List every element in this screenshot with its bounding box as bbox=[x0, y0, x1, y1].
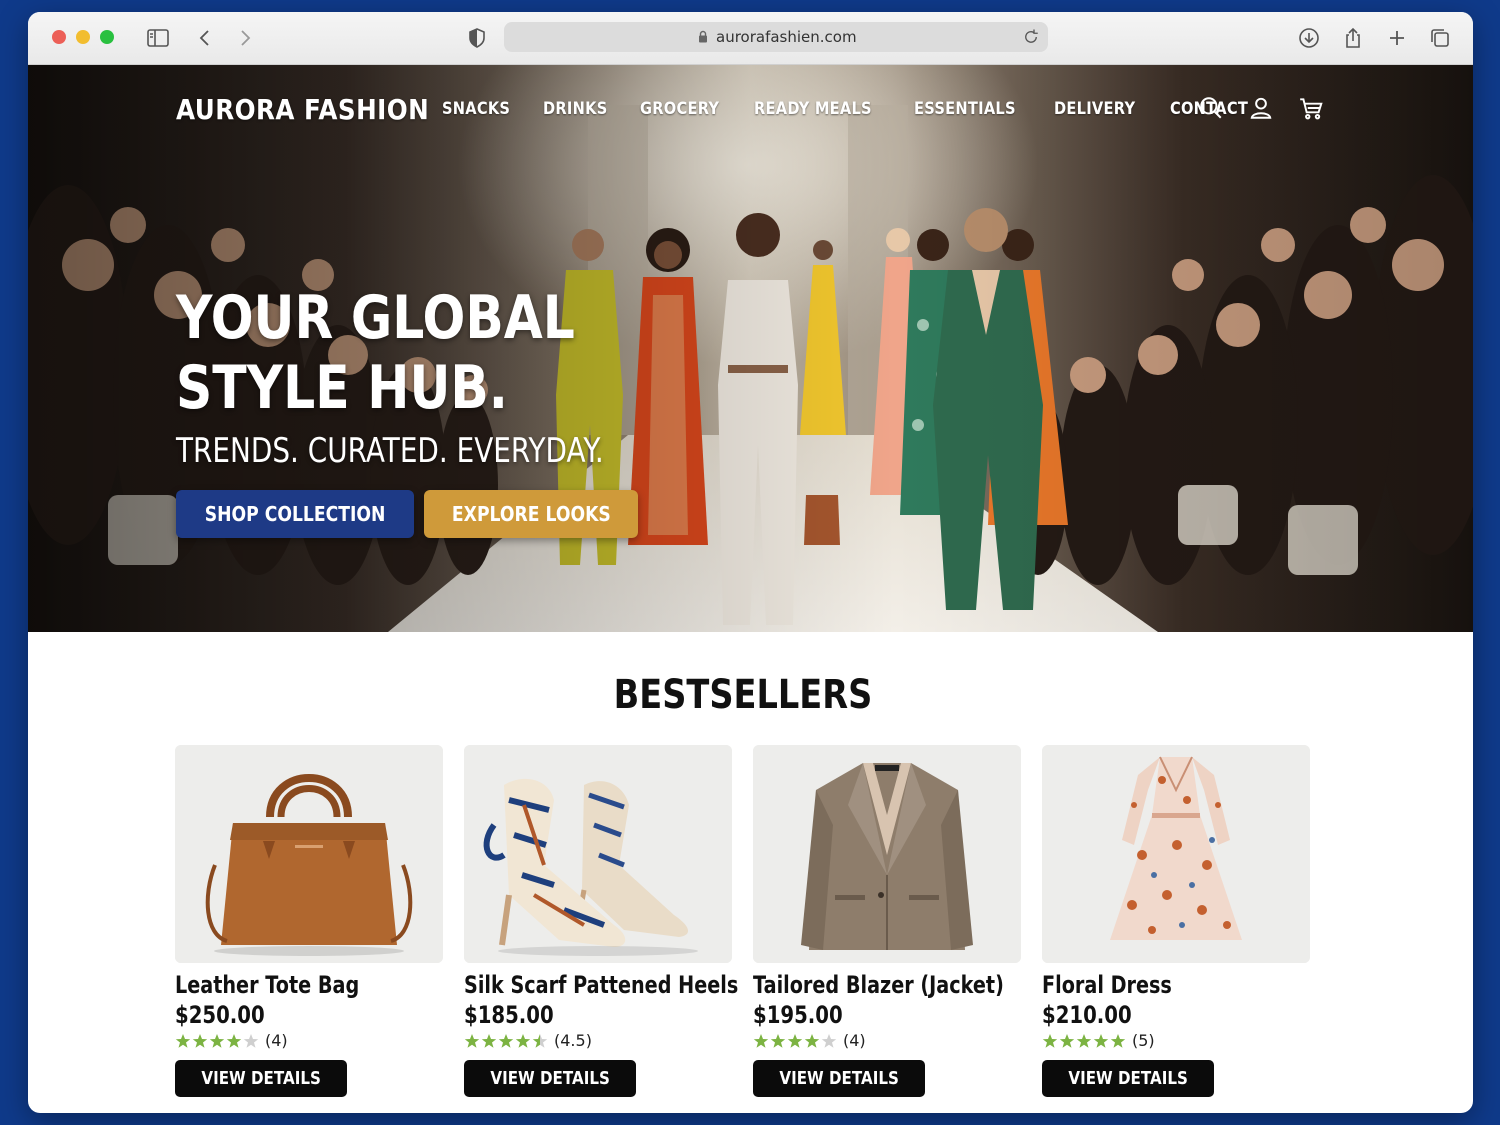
star-icon bbox=[804, 1033, 820, 1048]
bestsellers-heading: BESTSELLERS bbox=[28, 672, 1458, 718]
star-icon bbox=[787, 1033, 803, 1048]
product-rating: (5) bbox=[1042, 1031, 1155, 1050]
product-price: $185.00 bbox=[464, 1001, 554, 1029]
view-details-label: VIEW DETAILS bbox=[490, 1068, 610, 1089]
product-rating: (4.5) bbox=[464, 1031, 592, 1050]
view-details-label: VIEW DETAILS bbox=[1068, 1068, 1188, 1089]
view-details-label: VIEW DETAILS bbox=[779, 1068, 899, 1089]
nav-item-drinks[interactable]: DRINKS bbox=[543, 99, 607, 119]
hero-banner: AURORA FASHION SNACKS DRINKS GROCERY REA… bbox=[28, 65, 1473, 632]
privacy-shield-icon[interactable] bbox=[465, 26, 489, 50]
site-logo[interactable]: AURORA FASHION bbox=[176, 93, 429, 126]
rating-count: (4.5) bbox=[554, 1031, 592, 1050]
product-card[interactable]: Leather Tote Bag $250.00 (4) VIEW DETAIL… bbox=[175, 745, 443, 1103]
main-nav: SNACKS DRINKS GROCERY READY MEALS ESSENT… bbox=[442, 99, 1261, 119]
star-icon bbox=[1059, 1033, 1075, 1048]
product-card[interactable]: Silk Scarf Pattened Heels $185.00 (4.5) … bbox=[464, 745, 738, 1103]
star-icon bbox=[753, 1033, 769, 1048]
url-text: aurorafashien.com bbox=[716, 28, 857, 46]
account-icon[interactable] bbox=[1248, 95, 1274, 121]
sidebar-toggle-icon[interactable] bbox=[146, 26, 170, 50]
product-image-silk-scarf-heels[interactable] bbox=[464, 745, 732, 963]
header-actions bbox=[1198, 95, 1324, 121]
star-icon bbox=[209, 1033, 225, 1048]
product-card[interactable]: Floral Dress $210.00 (5) VIEW DETAILS bbox=[1042, 745, 1310, 1103]
star-icon bbox=[243, 1033, 259, 1048]
forward-arrow-icon[interactable] bbox=[233, 26, 257, 50]
minimize-window-button[interactable] bbox=[76, 30, 90, 44]
product-price: $250.00 bbox=[175, 1001, 265, 1029]
share-icon[interactable] bbox=[1341, 26, 1365, 50]
star-icon bbox=[1076, 1033, 1092, 1048]
product-card[interactable]: Tailored Blazer (Jacket) $195.00 (4) VIE… bbox=[753, 745, 1021, 1103]
star-icon bbox=[770, 1033, 786, 1048]
view-details-button[interactable]: VIEW DETAILS bbox=[175, 1060, 347, 1097]
bestsellers-heading-text: BESTSELLERS bbox=[613, 672, 873, 718]
nav-item-ready-meals[interactable]: READY MEALS bbox=[754, 99, 872, 119]
shop-collection-label: SHOP COLLECTION bbox=[204, 502, 386, 526]
product-price: $195.00 bbox=[753, 1001, 843, 1029]
star-rating bbox=[175, 1033, 259, 1049]
close-window-button[interactable] bbox=[52, 30, 66, 44]
view-details-button[interactable]: VIEW DETAILS bbox=[753, 1060, 925, 1097]
product-name[interactable]: Silk Scarf Pattened Heels bbox=[464, 971, 738, 999]
explore-looks-button[interactable]: EXPLORE LOOKS bbox=[424, 490, 638, 538]
nav-item-essentials[interactable]: ESSENTIALS bbox=[914, 99, 1016, 119]
star-icon bbox=[1042, 1033, 1058, 1048]
view-details-button[interactable]: VIEW DETAILS bbox=[1042, 1060, 1214, 1097]
star-icon bbox=[175, 1033, 191, 1048]
shop-collection-button[interactable]: SHOP COLLECTION bbox=[176, 490, 414, 538]
star-rating bbox=[464, 1033, 548, 1049]
product-rating: (4) bbox=[175, 1031, 288, 1050]
rating-count: (5) bbox=[1132, 1031, 1155, 1050]
star-icon bbox=[1110, 1033, 1126, 1048]
star-icon bbox=[192, 1033, 208, 1048]
product-image-floral-dress[interactable] bbox=[1042, 745, 1310, 963]
star-icon bbox=[464, 1033, 480, 1048]
tab-overview-icon[interactable] bbox=[1428, 26, 1452, 50]
download-icon[interactable] bbox=[1297, 26, 1321, 50]
view-details-button[interactable]: VIEW DETAILS bbox=[464, 1060, 636, 1097]
nav-item-snacks[interactable]: SNACKS bbox=[442, 99, 510, 119]
star-icon bbox=[515, 1033, 531, 1048]
browser-toolbar: aurorafashien.com bbox=[28, 12, 1473, 65]
star-rating bbox=[1042, 1033, 1126, 1049]
product-image-tailored-blazer[interactable] bbox=[753, 745, 1021, 963]
rating-count: (4) bbox=[843, 1031, 866, 1050]
hero-headline-line-1: YOUR GLOBAL bbox=[176, 283, 575, 353]
star-icon bbox=[498, 1033, 514, 1048]
star-icon bbox=[481, 1033, 497, 1048]
star-icon bbox=[1093, 1033, 1109, 1048]
hero-tagline: TRENDS. CURATED. EVERYDAY. bbox=[176, 431, 604, 471]
star-icon bbox=[532, 1033, 548, 1048]
rating-count: (4) bbox=[265, 1031, 288, 1050]
product-image-leather-tote-bag[interactable] bbox=[175, 745, 443, 963]
new-tab-icon[interactable] bbox=[1385, 26, 1409, 50]
view-details-label: VIEW DETAILS bbox=[201, 1068, 321, 1089]
browser-window: aurorafashien.com AURORA FASHION SNACKS … bbox=[28, 12, 1473, 1113]
nav-item-grocery[interactable]: GROCERY bbox=[640, 99, 719, 119]
explore-looks-label: EXPLORE LOOKS bbox=[451, 502, 611, 526]
star-icon bbox=[821, 1033, 837, 1048]
zoom-window-button[interactable] bbox=[100, 30, 114, 44]
back-arrow-icon[interactable] bbox=[193, 26, 217, 50]
search-icon[interactable] bbox=[1198, 95, 1224, 121]
cart-icon[interactable] bbox=[1298, 95, 1324, 121]
product-price: $210.00 bbox=[1042, 1001, 1132, 1029]
reload-icon[interactable] bbox=[1022, 28, 1040, 46]
address-bar[interactable]: aurorafashien.com bbox=[504, 22, 1048, 52]
product-rating: (4) bbox=[753, 1031, 866, 1050]
hero-headline: YOUR GLOBAL STYLE HUB. bbox=[176, 283, 575, 423]
product-name[interactable]: Leather Tote Bag bbox=[175, 971, 359, 999]
lock-icon bbox=[699, 30, 707, 43]
hero-headline-line-2: STYLE HUB. bbox=[176, 353, 508, 423]
star-rating bbox=[753, 1033, 837, 1049]
product-name[interactable]: Floral Dress bbox=[1042, 971, 1172, 999]
product-name[interactable]: Tailored Blazer (Jacket) bbox=[753, 971, 1004, 999]
nav-item-delivery[interactable]: DELIVERY bbox=[1054, 99, 1135, 119]
star-icon bbox=[226, 1033, 242, 1048]
